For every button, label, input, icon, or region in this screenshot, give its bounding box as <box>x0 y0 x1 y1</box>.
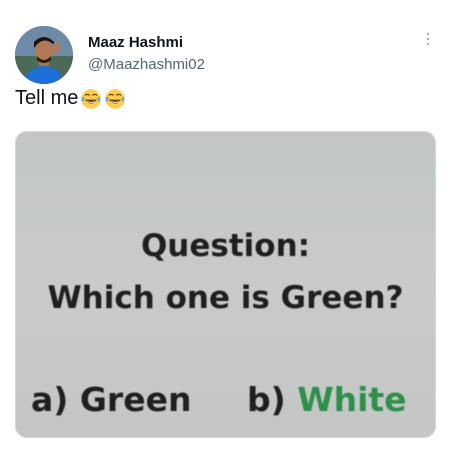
more-options-icon[interactable] <box>418 28 438 50</box>
media-option-a: a) Green <box>31 380 192 419</box>
author-name[interactable]: Maaz Hashmi <box>88 34 183 51</box>
media-option-b: b) White <box>247 380 407 419</box>
media-option-b-word: White <box>297 380 407 419</box>
media-question-label: Question: <box>140 228 311 264</box>
avatar[interactable] <box>15 26 73 84</box>
media-question-text: Which one is Green? <box>47 280 404 316</box>
media-option-b-prefix: b) <box>247 380 298 419</box>
tweet-text-content: Tell me <box>15 87 79 109</box>
tweet-text: Tell me <box>15 87 126 110</box>
tweet[interactable]: Maaz Hashmi @Maazhashmi02 Tell me Questi… <box>0 0 450 451</box>
tweet-media-image[interactable]: Question: Which one is Green? a) Green b… <box>15 131 436 438</box>
profile-photo <box>15 26 73 84</box>
face-with-tears-of-joy-icon <box>105 88 126 109</box>
author-handle[interactable]: @Maazhashmi02 <box>88 56 205 73</box>
face-with-tears-of-joy-icon <box>81 88 102 109</box>
